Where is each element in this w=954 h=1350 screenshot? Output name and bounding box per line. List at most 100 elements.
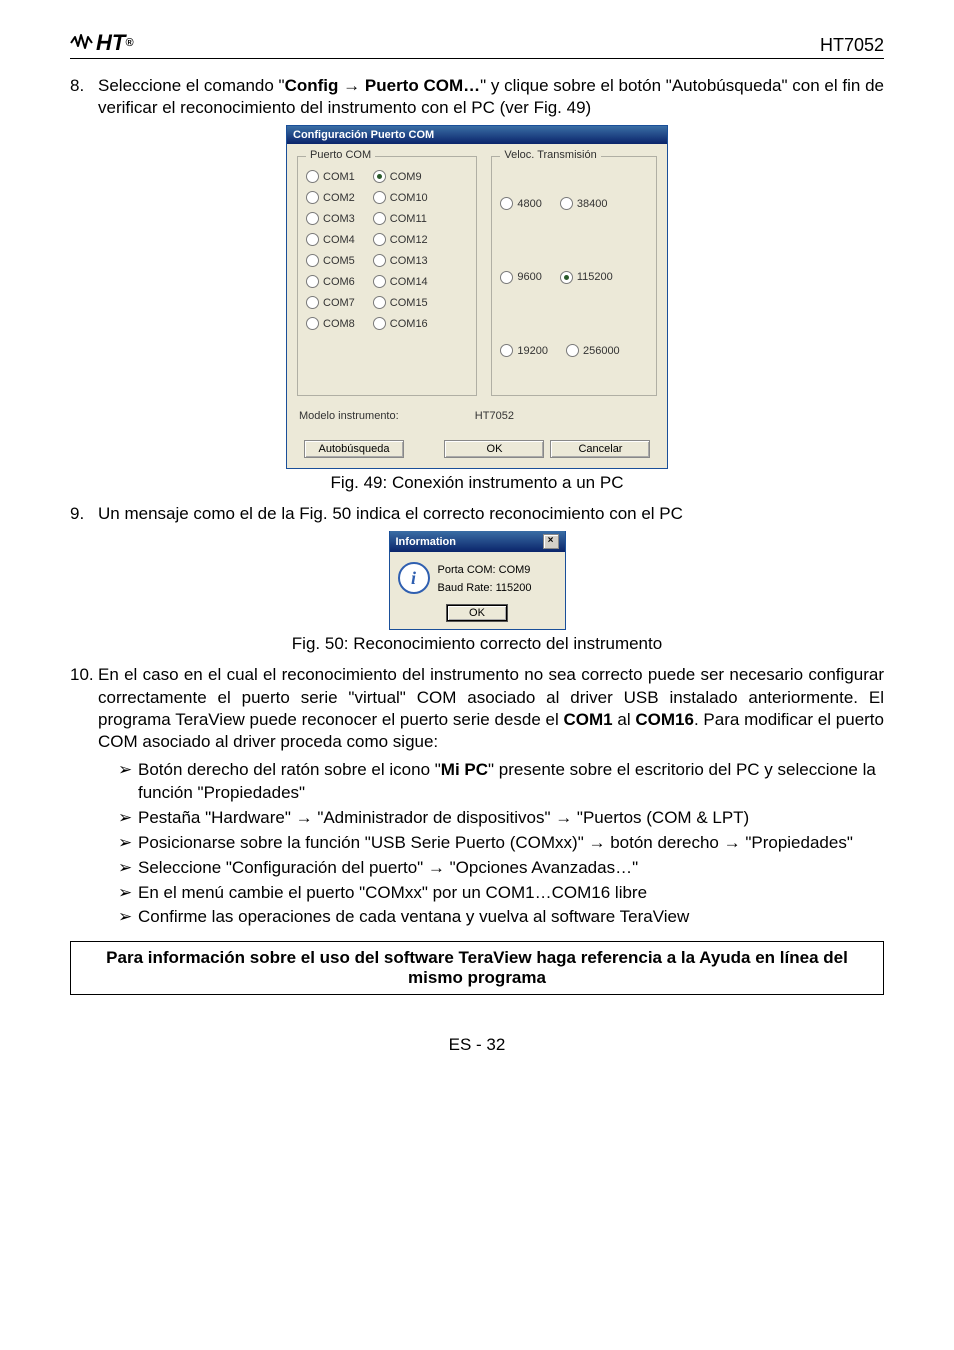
radio-38400[interactable]: 38400 xyxy=(560,197,608,210)
step-10: 10. En el caso en el cual el reconocimie… xyxy=(70,664,884,752)
radio-label: COM3 xyxy=(323,213,355,225)
radio-label: 38400 xyxy=(577,198,608,210)
radio-dot-icon xyxy=(373,191,386,204)
radio-256000[interactable]: 256000 xyxy=(566,344,620,357)
autobusqueda-button[interactable]: Autobúsqueda xyxy=(304,440,405,458)
information-dialog: Information × i Porta COM: COM9 Baud Rat… xyxy=(389,531,566,630)
radio-label: COM7 xyxy=(323,297,355,309)
dialog-title: Configuración Puerto COM xyxy=(287,126,667,144)
bullet-item: ➢Botón derecho del ratón sobre el icono … xyxy=(118,759,884,805)
radio-label: COM11 xyxy=(390,213,427,225)
info-icon: i xyxy=(398,562,430,594)
radio-dot-icon xyxy=(306,191,319,204)
radio-label: COM13 xyxy=(390,255,428,267)
radio-com15[interactable]: COM15 xyxy=(373,296,428,309)
radio-dot-icon xyxy=(373,296,386,309)
radio-19200[interactable]: 19200 xyxy=(500,344,548,357)
radio-com4[interactable]: COM4 xyxy=(306,233,355,246)
radio-com10[interactable]: COM10 xyxy=(373,191,428,204)
bullet-item: ➢Confirme las operaciones de cada ventan… xyxy=(118,906,884,929)
bullet-item: ➢En el menú cambie el puerto "COMxx" por… xyxy=(118,882,884,905)
radio-label: COM14 xyxy=(390,276,428,288)
bullet-arrow-icon: ➢ xyxy=(118,906,138,929)
radio-com5[interactable]: COM5 xyxy=(306,254,355,267)
bullet-item: ➢Pestaña "Hardware" → "Administrador de … xyxy=(118,807,884,830)
radio-com9[interactable]: COM9 xyxy=(373,170,428,183)
radio-dot-icon xyxy=(306,296,319,309)
radio-dot-icon xyxy=(500,271,513,284)
bullet-arrow-icon: ➢ xyxy=(118,832,138,855)
bullet-arrow-icon: ➢ xyxy=(118,807,138,830)
brand-logo: HT® xyxy=(70,30,133,56)
bullet-arrow-icon: ➢ xyxy=(118,882,138,905)
radio-label: COM4 xyxy=(323,234,355,246)
radio-dot-icon xyxy=(373,170,386,183)
radio-label: 256000 xyxy=(583,345,620,357)
fig49-caption: Fig. 49: Conexión instrumento a un PC xyxy=(70,473,884,493)
com-config-dialog: Configuración Puerto COM Puerto COM COM1… xyxy=(286,125,668,469)
radio-dot-icon xyxy=(306,212,319,225)
radio-dot-icon xyxy=(373,275,386,288)
radio-label: COM12 xyxy=(390,234,428,246)
bullet-arrow-icon: ➢ xyxy=(118,857,138,880)
radio-label: 9600 xyxy=(517,271,541,283)
radio-label: COM5 xyxy=(323,255,355,267)
ok-button[interactable]: OK xyxy=(444,440,544,458)
page-header: HT® HT7052 xyxy=(70,30,884,59)
header-model: HT7052 xyxy=(820,35,884,56)
radio-dot-icon xyxy=(373,254,386,267)
bullet-list: ➢Botón derecho del ratón sobre el icono … xyxy=(118,759,884,930)
radio-com8[interactable]: COM8 xyxy=(306,317,355,330)
radio-dot-icon xyxy=(306,170,319,183)
radio-com12[interactable]: COM12 xyxy=(373,233,428,246)
radio-com2[interactable]: COM2 xyxy=(306,191,355,204)
radio-label: COM1 xyxy=(323,171,355,183)
fig50-caption: Fig. 50: Reconocimiento correcto del ins… xyxy=(70,634,884,654)
radio-dot-icon xyxy=(560,271,573,284)
radio-label: COM8 xyxy=(323,318,355,330)
step-8: 8. Seleccione el comando "Config → Puert… xyxy=(70,75,884,119)
radio-dot-icon xyxy=(373,212,386,225)
logo-icon xyxy=(70,32,94,54)
radio-dot-icon xyxy=(500,197,513,210)
radio-label: COM6 xyxy=(323,276,355,288)
radio-com13[interactable]: COM13 xyxy=(373,254,428,267)
radio-dot-icon xyxy=(306,275,319,288)
page-footer: ES - 32 xyxy=(70,1035,884,1055)
radio-label: COM15 xyxy=(390,297,428,309)
radio-dot-icon xyxy=(500,344,513,357)
radio-dot-icon xyxy=(566,344,579,357)
reference-note: Para información sobre el uso del softwa… xyxy=(70,941,884,995)
radio-com3[interactable]: COM3 xyxy=(306,212,355,225)
bullet-item: ➢Posicionarse sobre la función "USB Seri… xyxy=(118,832,884,855)
model-line: Modelo instrumento: HT7052 xyxy=(299,410,655,422)
group-puerto-com: Puerto COM COM1COM2COM3COM4COM5COM6COM7C… xyxy=(297,156,477,396)
radio-9600[interactable]: 9600 xyxy=(500,271,541,284)
radio-dot-icon xyxy=(306,233,319,246)
radio-label: COM10 xyxy=(390,192,428,204)
radio-com6[interactable]: COM6 xyxy=(306,275,355,288)
radio-4800[interactable]: 4800 xyxy=(500,197,541,210)
radio-com16[interactable]: COM16 xyxy=(373,317,428,330)
close-icon[interactable]: × xyxy=(543,534,559,549)
step-9: 9. Un mensaje como el de la Fig. 50 indi… xyxy=(70,503,884,525)
radio-label: COM2 xyxy=(323,192,355,204)
info-ok-button[interactable]: OK xyxy=(446,604,508,622)
radio-dot-icon xyxy=(373,233,386,246)
cancel-button[interactable]: Cancelar xyxy=(550,440,650,458)
radio-label: 19200 xyxy=(517,345,548,357)
radio-com1[interactable]: COM1 xyxy=(306,170,355,183)
radio-com7[interactable]: COM7 xyxy=(306,296,355,309)
radio-label: COM16 xyxy=(390,318,428,330)
radio-label: COM9 xyxy=(390,171,422,183)
dialog2-title: Information × xyxy=(390,531,565,552)
radio-dot-icon xyxy=(560,197,573,210)
radio-115200[interactable]: 115200 xyxy=(560,271,613,284)
radio-dot-icon xyxy=(373,317,386,330)
radio-com14[interactable]: COM14 xyxy=(373,275,428,288)
radio-label: 4800 xyxy=(517,198,541,210)
group-velocidad: Veloc. Transmisión 480038400960011520019… xyxy=(491,156,657,396)
bullet-item: ➢Seleccione "Configuración del puerto" →… xyxy=(118,857,884,880)
radio-com11[interactable]: COM11 xyxy=(373,212,428,225)
radio-dot-icon xyxy=(306,254,319,267)
